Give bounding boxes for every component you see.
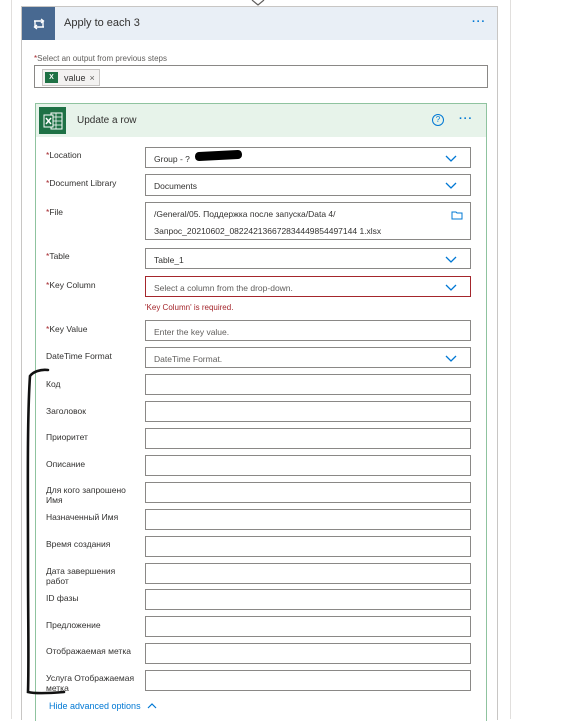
column-input[interactable] xyxy=(145,482,471,503)
chevron-down-icon xyxy=(445,355,457,362)
column-label: Заголовок xyxy=(46,406,86,416)
column-input[interactable] xyxy=(145,536,471,557)
column-input[interactable] xyxy=(145,428,471,449)
hide-advanced-options-link[interactable]: Hide advanced options xyxy=(49,701,157,711)
apply-to-each-header[interactable]: Apply to each 3 ··· xyxy=(22,7,497,40)
select-output-field[interactable]: X value × xyxy=(34,65,488,88)
file-label: *File xyxy=(46,207,64,217)
apply-to-each-title: Apply to each 3 xyxy=(64,17,140,29)
location-label: *Location xyxy=(46,150,82,160)
excel-token-icon: X xyxy=(45,72,58,83)
chevron-down-icon xyxy=(445,256,457,263)
column-label: ID фазы xyxy=(46,593,79,603)
select-output-label: *Select an output from previous steps xyxy=(34,54,167,63)
help-icon[interactable]: ? xyxy=(432,114,444,126)
chevron-down-icon xyxy=(445,182,457,189)
remove-token-icon[interactable]: × xyxy=(90,73,95,83)
column-label: Описание xyxy=(46,459,86,469)
key-column-error: 'Key Column' is required. xyxy=(145,303,234,312)
folder-icon[interactable] xyxy=(451,210,463,220)
flow-canvas-right-edge xyxy=(510,0,511,719)
column-label: Дата завершения работ xyxy=(46,566,116,586)
column-input[interactable] xyxy=(145,455,471,476)
column-input[interactable] xyxy=(145,401,471,422)
redaction-mark xyxy=(194,149,243,162)
column-input[interactable] xyxy=(145,374,471,395)
table-label: *Table xyxy=(46,251,70,261)
column-label: Приоритет xyxy=(46,432,88,442)
datetime-format-label: DateTime Format xyxy=(46,351,112,361)
table-dropdown[interactable]: Table_1 xyxy=(145,248,471,269)
column-input[interactable] xyxy=(145,509,471,530)
column-input[interactable] xyxy=(145,589,471,610)
document-library-dropdown[interactable]: Documents xyxy=(145,174,471,196)
column-label: Назначенный Имя xyxy=(46,512,119,522)
excel-icon xyxy=(39,107,66,134)
location-dropdown[interactable]: Group - ? xyxy=(145,147,471,168)
value-token-label: value xyxy=(64,72,86,83)
key-value-input[interactable]: Enter the key value. xyxy=(145,320,471,341)
loop-more-options-icon[interactable]: ··· xyxy=(472,16,486,28)
column-input[interactable] xyxy=(145,643,471,664)
key-column-label: *Key Column xyxy=(46,280,96,290)
datetime-format-dropdown[interactable]: DateTime Format. xyxy=(145,347,471,368)
update-a-row-title: Update a row xyxy=(77,115,137,126)
column-label: Предложение xyxy=(46,620,101,630)
key-value-label: *Key Value xyxy=(46,324,88,334)
column-label: Код xyxy=(46,379,61,389)
column-input[interactable] xyxy=(145,670,471,691)
update-a-row-header[interactable]: Update a row ? ··· xyxy=(36,104,486,137)
column-label: Время создания xyxy=(46,539,111,549)
chevron-up-icon xyxy=(147,703,157,709)
value-token[interactable]: X value × xyxy=(42,69,100,86)
document-library-label: *Document Library xyxy=(46,178,117,188)
column-label: Для кого запрошено Имя xyxy=(46,485,126,505)
action-more-options-icon[interactable]: ··· xyxy=(459,113,473,125)
update-a-row-card: Update a row ? ··· *Location Group - ? *… xyxy=(35,103,487,721)
column-input[interactable] xyxy=(145,563,471,584)
loop-icon xyxy=(22,7,55,40)
column-input[interactable] xyxy=(145,616,471,637)
column-label: Отображаемая метка xyxy=(46,646,131,656)
flow-canvas-left-edge xyxy=(11,0,12,719)
apply-to-each-card: Apply to each 3 ··· *Select an output fr… xyxy=(21,6,498,721)
file-picker-field[interactable]: /General/05. Поддержка после запуска/Dat… xyxy=(145,202,471,240)
chevron-down-icon xyxy=(445,155,457,162)
chevron-down-icon xyxy=(445,284,457,291)
column-label: Услуга Отображаемая метка xyxy=(46,673,135,693)
key-column-dropdown[interactable]: Select a column from the drop-down. xyxy=(145,276,471,297)
